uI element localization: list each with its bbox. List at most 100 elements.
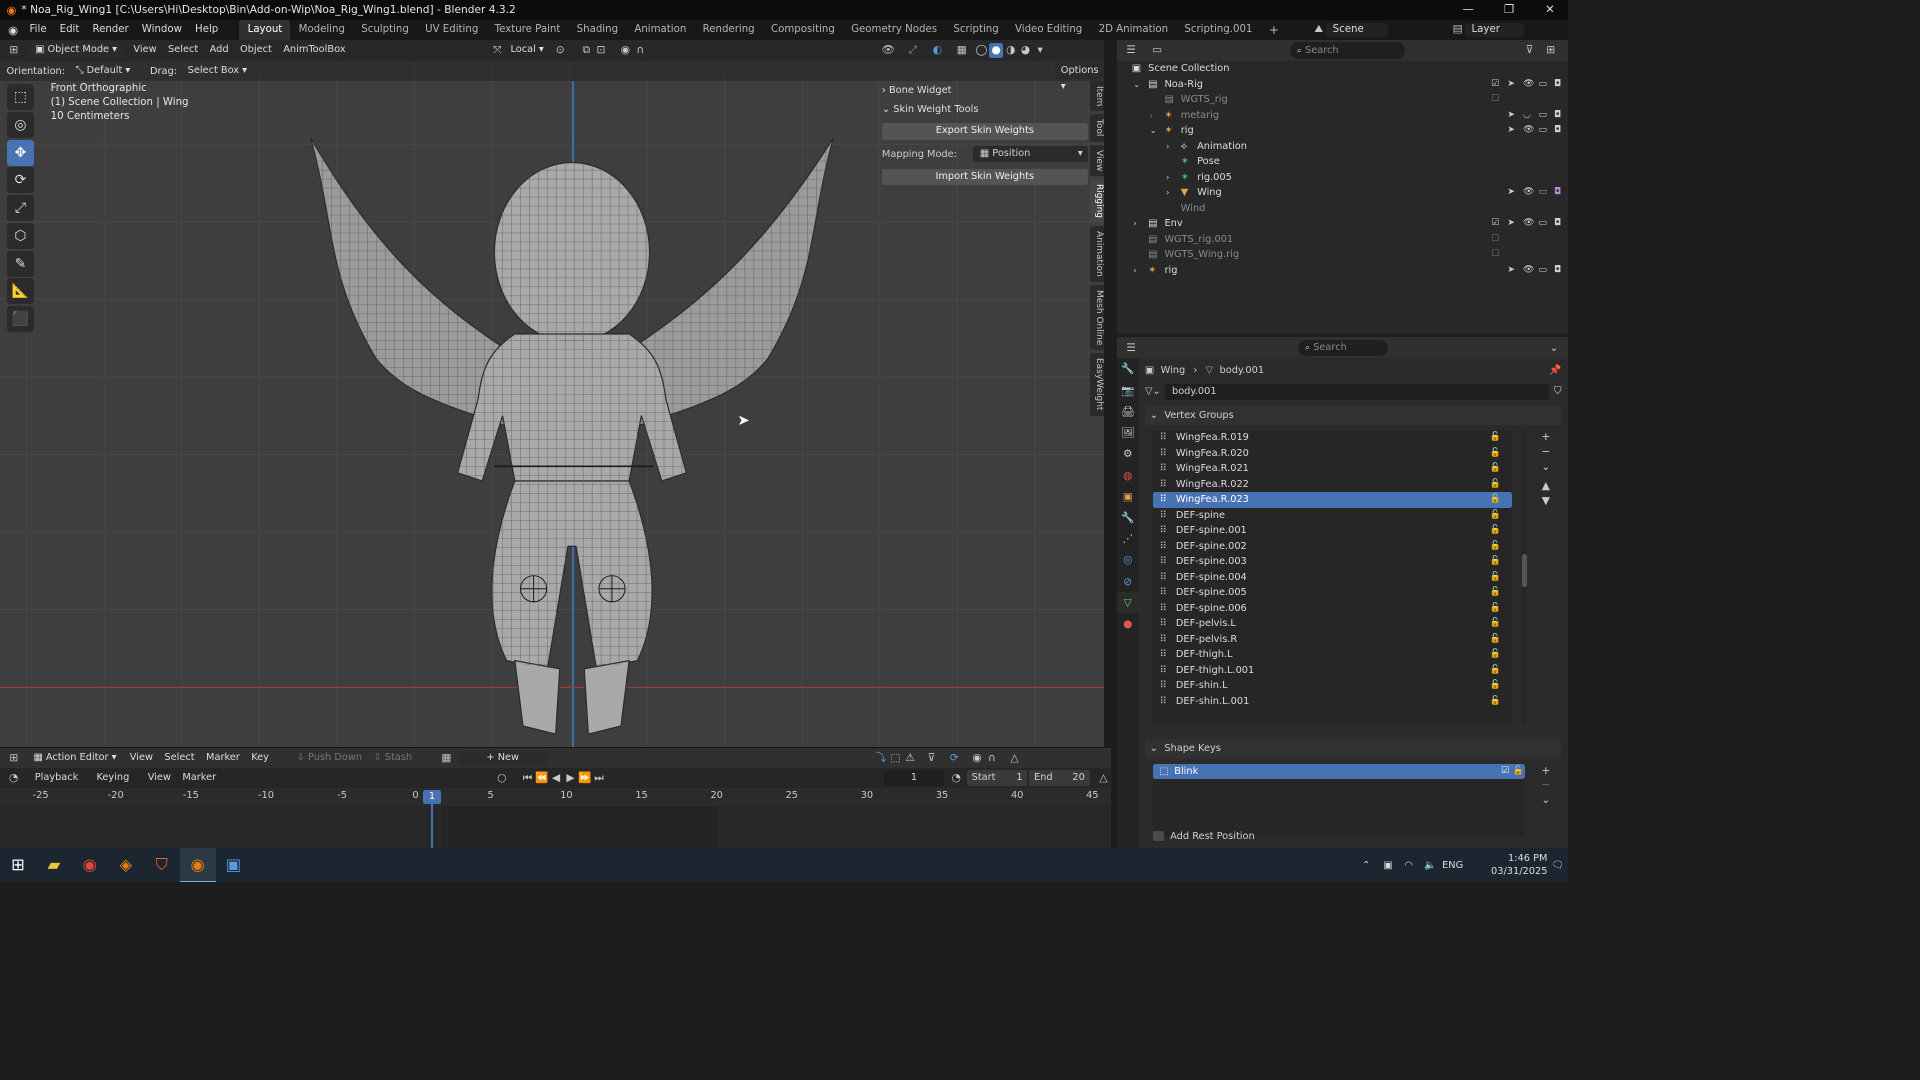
menu-window[interactable]: Window — [135, 20, 188, 40]
list-item[interactable]: ⠿ WingFea.R.021 🔓 — [1153, 461, 1512, 477]
menu-view[interactable]: View — [128, 42, 163, 58]
lock-icon[interactable]: 🔓 — [1490, 678, 1501, 694]
add-cube-tool[interactable]: ⬛ — [6, 306, 35, 333]
collapse-icon[interactable]: △ — [1007, 751, 1022, 766]
only-show-errors-icon[interactable]: ⬚ — [888, 751, 903, 766]
tab-compositing[interactable]: Compositing — [763, 20, 843, 40]
action-editor[interactable]: ⊞ ▦ Action Editor ▾ View Select Marker K… — [0, 747, 1111, 849]
menu-render[interactable]: Render — [86, 20, 135, 40]
modifier-tab-icon[interactable]: 🔧 — [1117, 507, 1138, 528]
tab-scripting[interactable]: Scripting — [945, 20, 1007, 40]
particles-tab-icon[interactable]: ⋰ — [1117, 528, 1138, 549]
list-item[interactable]: ⠿ DEF-pelvis.L 🔓 — [1153, 616, 1512, 632]
outliner-row[interactable]: › ✶ rig ➤ 👁 ▭ ◘ — [1117, 263, 1568, 279]
expand-icon[interactable]: › — [1166, 139, 1169, 155]
remove-vertex-group-icon[interactable]: − — [1538, 445, 1553, 460]
clock-icon[interactable]: ◔ — [7, 771, 21, 786]
playhead-frame[interactable]: 1 — [422, 789, 441, 804]
scrollbar-thumb[interactable] — [1522, 554, 1528, 588]
tab-texture-paint[interactable]: Texture Paint — [486, 20, 568, 40]
filter-icon[interactable]: ⊽ — [1522, 43, 1537, 58]
transform-space-dropdown[interactable]: Local ▾ — [505, 42, 550, 58]
list-item[interactable]: ⠿ WingFea.R.020 🔓 — [1153, 446, 1512, 462]
playback-menu[interactable]: Playback ▾ — [29, 770, 91, 799]
options-dropdown[interactable]: Options ▾ — [1055, 62, 1105, 92]
wifi-icon[interactable]: ◠ — [1405, 860, 1414, 871]
expand-icon[interactable]: ⌄ — [1133, 77, 1140, 93]
rotate-tool[interactable]: ⟳ — [6, 167, 35, 194]
fake-user-icon[interactable]: ⛉ — [1554, 386, 1561, 397]
gizmo-icon[interactable]: ⤢ — [906, 43, 921, 58]
xray-icon[interactable]: ▦ — [954, 43, 969, 58]
outliner-search[interactable]: ⌕ Search — [1290, 42, 1405, 59]
collapse-timeline-icon[interactable]: △ — [1096, 771, 1110, 786]
export-skin-weights-button[interactable]: Export Skin Weights — [881, 123, 1088, 140]
outliner-row[interactable]: ⌄ ✶ rig ➤ 👁 ▭ ◘ — [1117, 123, 1568, 139]
tab-modeling[interactable]: Modeling — [290, 20, 353, 40]
falloff-icon[interactable]: ∩ — [633, 43, 648, 58]
list-item[interactable]: ⠿ WingFea.R.022 🔓 — [1153, 477, 1512, 493]
chevron-down-icon[interactable]: ▾ — [1033, 43, 1048, 58]
tab-view[interactable]: View — [1090, 144, 1105, 176]
cursor-tool[interactable]: ◎ — [6, 111, 35, 138]
menu-object[interactable]: Object — [234, 42, 277, 58]
eye-icon[interactable]: 👁 — [1523, 263, 1534, 279]
eye-icon[interactable]: 👁 — [1523, 216, 1534, 232]
move-down-icon[interactable]: ▼ — [1538, 494, 1553, 509]
outliner-row[interactable]: Wind — [1117, 201, 1568, 217]
lock-icon[interactable]: 🔓 — [1490, 694, 1501, 710]
chrome-icon[interactable]: ◉ — [72, 848, 108, 881]
tab-video-editing[interactable]: Video Editing — [1007, 20, 1091, 40]
outliner-row[interactable]: › ▤ Env ☑ ➤ 👁 ▭ ◘ — [1117, 216, 1568, 232]
render-icon[interactable]: ◘ — [1554, 108, 1561, 124]
editor-type-icon[interactable]: ⊞ — [7, 751, 22, 766]
prev-key-icon[interactable]: ⏪ — [535, 771, 549, 786]
output-tab-icon[interactable]: 🖨 — [1117, 401, 1138, 422]
expand-icon[interactable]: › — [1133, 216, 1136, 232]
list-item-selected[interactable]: ⬚ Blink ☑ 🔓 — [1153, 763, 1526, 780]
ae-menu-view[interactable]: View — [124, 750, 159, 766]
lock-icon[interactable]: 🔓 — [1490, 632, 1501, 648]
tab-geometry-nodes[interactable]: Geometry Nodes — [843, 20, 945, 40]
tab-rendering[interactable]: Rendering — [694, 20, 762, 40]
list-item-selected[interactable]: ⠿ WingFea.R.023 🔓 — [1153, 492, 1513, 508]
move-tool[interactable]: ✥ — [6, 139, 35, 166]
snapping-icon[interactable]: ⟳ — [947, 751, 962, 766]
blender-menu-icon[interactable]: ◉ — [0, 23, 23, 37]
mode-dropdown[interactable]: ▣ Object Mode ▾ — [29, 42, 123, 59]
tab-scripting-001[interactable]: Scripting.001 — [1176, 20, 1260, 40]
properties-search[interactable]: ⌕ Search — [1298, 339, 1389, 357]
drag-dropdown[interactable]: Select Box ▾ — [182, 63, 253, 79]
overlay-icon[interactable]: ◐ — [930, 43, 945, 58]
visibility-icon[interactable]: 👁 — [881, 43, 896, 58]
lock-icon[interactable]: 🔓 — [1490, 585, 1501, 601]
layer-selector[interactable]: ▤ Layer — [1450, 21, 1525, 38]
menu-help[interactable]: Help — [189, 20, 225, 40]
viewport-icon[interactable]: ▭ — [1538, 263, 1546, 279]
list-item[interactable]: ⠿ DEF-spine.001 🔓 — [1153, 523, 1512, 539]
shading-wireframe-icon[interactable]: ◯ — [974, 43, 989, 58]
skin-weight-tools-section[interactable]: ⌄ Skin Weight Tools — [882, 100, 1088, 120]
render-icon[interactable]: ◘ — [1554, 185, 1561, 201]
proportional-icon[interactable]: ◉ — [970, 751, 985, 766]
view-layer-tab-icon[interactable]: 🖼 — [1117, 422, 1138, 443]
physics-tab-icon[interactable]: ◎ — [1117, 549, 1138, 570]
filter-icon[interactable]: ⊽ — [924, 751, 939, 766]
shape-keys-list[interactable]: ⬚ Blink ☑ 🔓 — [1153, 763, 1526, 837]
list-item[interactable]: ⠿ DEF-spine.004 🔓 — [1153, 570, 1512, 586]
editor-mode-dropdown[interactable]: ▦ Action Editor ▾ — [28, 750, 124, 766]
minimize-button[interactable]: — — [1449, 0, 1487, 20]
tray-chevron-icon[interactable]: ⌃ — [1362, 860, 1370, 871]
new-collection-icon[interactable]: ⊞ — [1543, 43, 1558, 58]
lock-icon[interactable]: 🔓 — [1490, 539, 1501, 555]
brave-icon[interactable]: ⛉ — [144, 848, 180, 881]
shape-key-checkbox-icon[interactable]: ☑ — [1501, 764, 1509, 780]
import-skin-weights-button[interactable]: Import Skin Weights — [881, 169, 1088, 186]
lock-icon[interactable]: 🔓 — [1490, 647, 1501, 663]
mapping-mode-dropdown[interactable]: ▦ Position ▾ — [973, 146, 1088, 163]
lock-icon[interactable]: 🔓 — [1490, 523, 1501, 539]
tab-mesh-online[interactable]: Mesh Online — [1090, 284, 1105, 351]
menu-select[interactable]: Select — [162, 42, 204, 58]
outliner-row[interactable]: › ✶ metarig ➤ ◡ ▭ ◘ — [1117, 108, 1568, 124]
material-tab-icon[interactable]: ● — [1117, 613, 1138, 634]
